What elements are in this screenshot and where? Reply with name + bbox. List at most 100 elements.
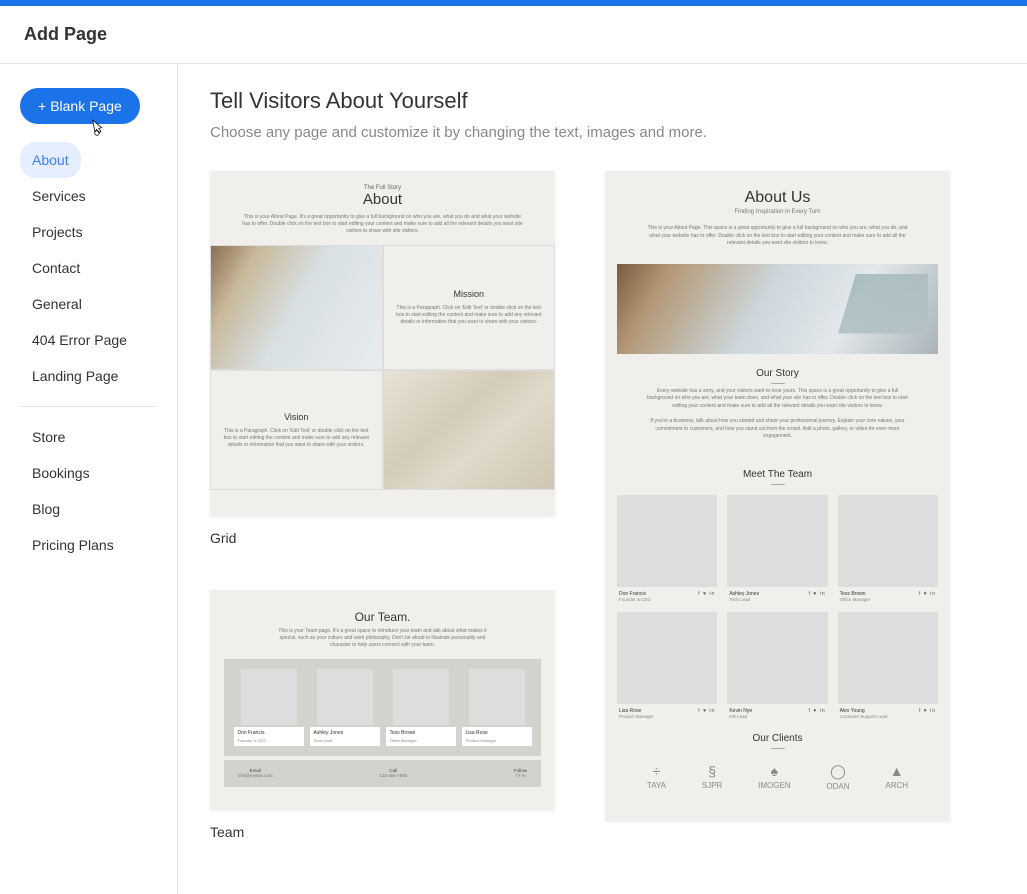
avatar	[838, 495, 938, 587]
template-aboutus[interactable]: About Us Finding Inspiration in Every Tu…	[605, 171, 950, 821]
member-name: Don Francis	[234, 727, 304, 738]
sidebar-item-404[interactable]: 404 Error Page	[20, 322, 157, 358]
member-role: Founder & CEO	[234, 738, 304, 746]
page-title: Add Page	[0, 6, 1027, 64]
grid-vision-title: Vision	[284, 412, 308, 422]
aboutus-hero-image	[617, 264, 938, 354]
cursor-icon	[88, 118, 106, 141]
template-team-label: Team	[210, 824, 555, 840]
sidebar-item-bookings[interactable]: Bookings	[20, 455, 157, 491]
member-role: Product Manager	[462, 738, 532, 746]
avatar	[393, 669, 449, 725]
main-subheading: Choose any page and customize it by chan…	[210, 124, 995, 141]
aboutus-title: About Us	[645, 189, 910, 207]
main-heading: Tell Visitors About Yourself	[210, 88, 995, 114]
team-member-card: Ashley Jones Tech Lead	[310, 669, 380, 746]
sidebar-item-projects[interactable]: Projects	[20, 214, 157, 250]
sidebar-item-pricing[interactable]: Pricing Plans	[20, 527, 157, 563]
member-name: Ashley Jones	[729, 591, 759, 597]
avatar	[727, 612, 827, 704]
sidebar-item-landing[interactable]: Landing Page	[20, 358, 157, 394]
avatar	[241, 669, 297, 725]
template-grid[interactable]: The Full Story About This is your About …	[210, 171, 555, 516]
team-row: Don Francis Founder & CEO Ashley Jones T…	[224, 659, 541, 756]
blank-page-button[interactable]: + Blank Page	[20, 88, 140, 124]
avatar	[617, 495, 717, 587]
team-member-card: Tess Brown Office Manager	[386, 669, 456, 746]
main-panel: Tell Visitors About Yourself Choose any …	[178, 64, 1027, 894]
client-logo: ♠IMOGEN	[758, 763, 790, 790]
sidebar: + Blank Page About Services Projects Con…	[0, 64, 178, 894]
member-role: Tech Lead	[729, 597, 759, 602]
menu-divider	[20, 406, 157, 407]
footer-social-icons: f ⌾ in	[516, 773, 526, 778]
social-icons: f ♥ in	[809, 591, 826, 597]
plus-icon: +	[38, 98, 46, 114]
sidebar-item-contact[interactable]: Contact	[20, 250, 157, 286]
member-role: Office Manager	[840, 597, 871, 602]
aboutus-story-body2: If you're a business, talk about how you…	[645, 418, 910, 441]
footer-email-value: info@mysite.com	[238, 773, 273, 778]
aboutus-body: This is your About Page. This space is a…	[645, 225, 910, 248]
blank-page-label: Blank Page	[50, 98, 122, 114]
client-logo: ÷TAYA	[647, 763, 666, 790]
divider	[771, 383, 785, 384]
team-member-card: Don Francis Founder & CEO	[234, 669, 304, 746]
team-member-card: Tess BrownOffice Manager f ♥ in	[838, 495, 938, 602]
team-member-card: Alex YoungCustomer Support Leadf ♥ in	[838, 612, 938, 719]
social-icons: f ♥ in	[919, 591, 936, 597]
social-icons: f ♥ in	[698, 591, 715, 597]
sidebar-item-store[interactable]: Store	[20, 419, 157, 455]
client-logo: ◯ODAN	[826, 763, 849, 791]
grid-body: This is your About Page. It's a great op…	[240, 214, 525, 235]
team-member-card: Lisa RoseProduct Managerf ♥ in	[617, 612, 717, 719]
grid-mission-title: Mission	[453, 289, 484, 299]
aboutus-team-title: Meet The Team	[645, 469, 910, 480]
avatar	[727, 495, 827, 587]
divider	[771, 484, 785, 485]
member-role: HR Lead	[729, 714, 752, 719]
member-name: Kevin Nye	[729, 708, 752, 714]
grid-mission-cell: Mission This is a Paragraph. Click on 'E…	[383, 245, 556, 370]
member-name: Tess Brown	[386, 727, 456, 738]
clients-title: Our Clients	[629, 733, 926, 744]
aboutus-story-body1: Every website has a story, and your visi…	[645, 388, 910, 411]
avatar	[617, 612, 717, 704]
sidebar-item-services[interactable]: Services	[20, 178, 157, 214]
member-role: Product Manager	[619, 714, 654, 719]
team-title: Our Team.	[224, 610, 541, 624]
grid-mission-body: This is a Paragraph. Click on 'Edit Text…	[394, 305, 545, 326]
social-icons: f ♥ in	[919, 708, 936, 714]
member-role: Customer Support Lead	[840, 714, 888, 719]
member-role: Founder & CEO	[619, 597, 651, 602]
grid-vision-cell: Vision This is a Paragraph. Click on 'Ed…	[210, 370, 383, 490]
avatar	[838, 612, 938, 704]
sidebar-item-general[interactable]: General	[20, 286, 157, 322]
team-footer: Emailinfo@mysite.com Call123-456-7890 Fo…	[224, 760, 541, 787]
member-name: Ashley Jones	[310, 727, 380, 738]
member-role: Tech Lead	[310, 738, 380, 746]
aboutus-story-title: Our Story	[645, 368, 910, 379]
team-member-card: Don FrancisFounder & CEOf ♥ in	[617, 495, 717, 602]
team-member-card: Lisa Rose Product Manager	[462, 669, 532, 746]
team-member-card: Kevin NyeHR Lead f ♥ in	[727, 612, 827, 719]
template-grid-label: Grid	[210, 530, 555, 546]
aboutus-subtitle: Finding Inspiration in Every Turn	[645, 209, 910, 215]
footer-call-value: 123-456-7890	[379, 773, 407, 778]
divider	[771, 748, 785, 749]
client-logo: ▲ARCH	[885, 763, 908, 790]
social-icons: f ♥ in	[698, 708, 715, 714]
social-icons: f ♥ in	[809, 708, 826, 714]
member-role: Office Manager	[386, 738, 456, 746]
template-team[interactable]: Our Team. This is your Team page. It's a…	[210, 590, 555, 810]
avatar	[317, 669, 373, 725]
team-member-card: Ashley JonesTech Lead f ♥ in	[727, 495, 827, 602]
member-name: Tess Brown	[840, 591, 871, 597]
sidebar-item-about[interactable]: About	[20, 142, 81, 178]
grid-vision-body: This is a Paragraph. Click on 'Edit Text…	[221, 428, 372, 449]
grid-image-1	[210, 245, 383, 370]
team-body: This is your Team page. It's a great spa…	[274, 628, 491, 649]
grid-image-2	[383, 370, 556, 490]
sidebar-item-blog[interactable]: Blog	[20, 491, 157, 527]
avatar	[469, 669, 525, 725]
